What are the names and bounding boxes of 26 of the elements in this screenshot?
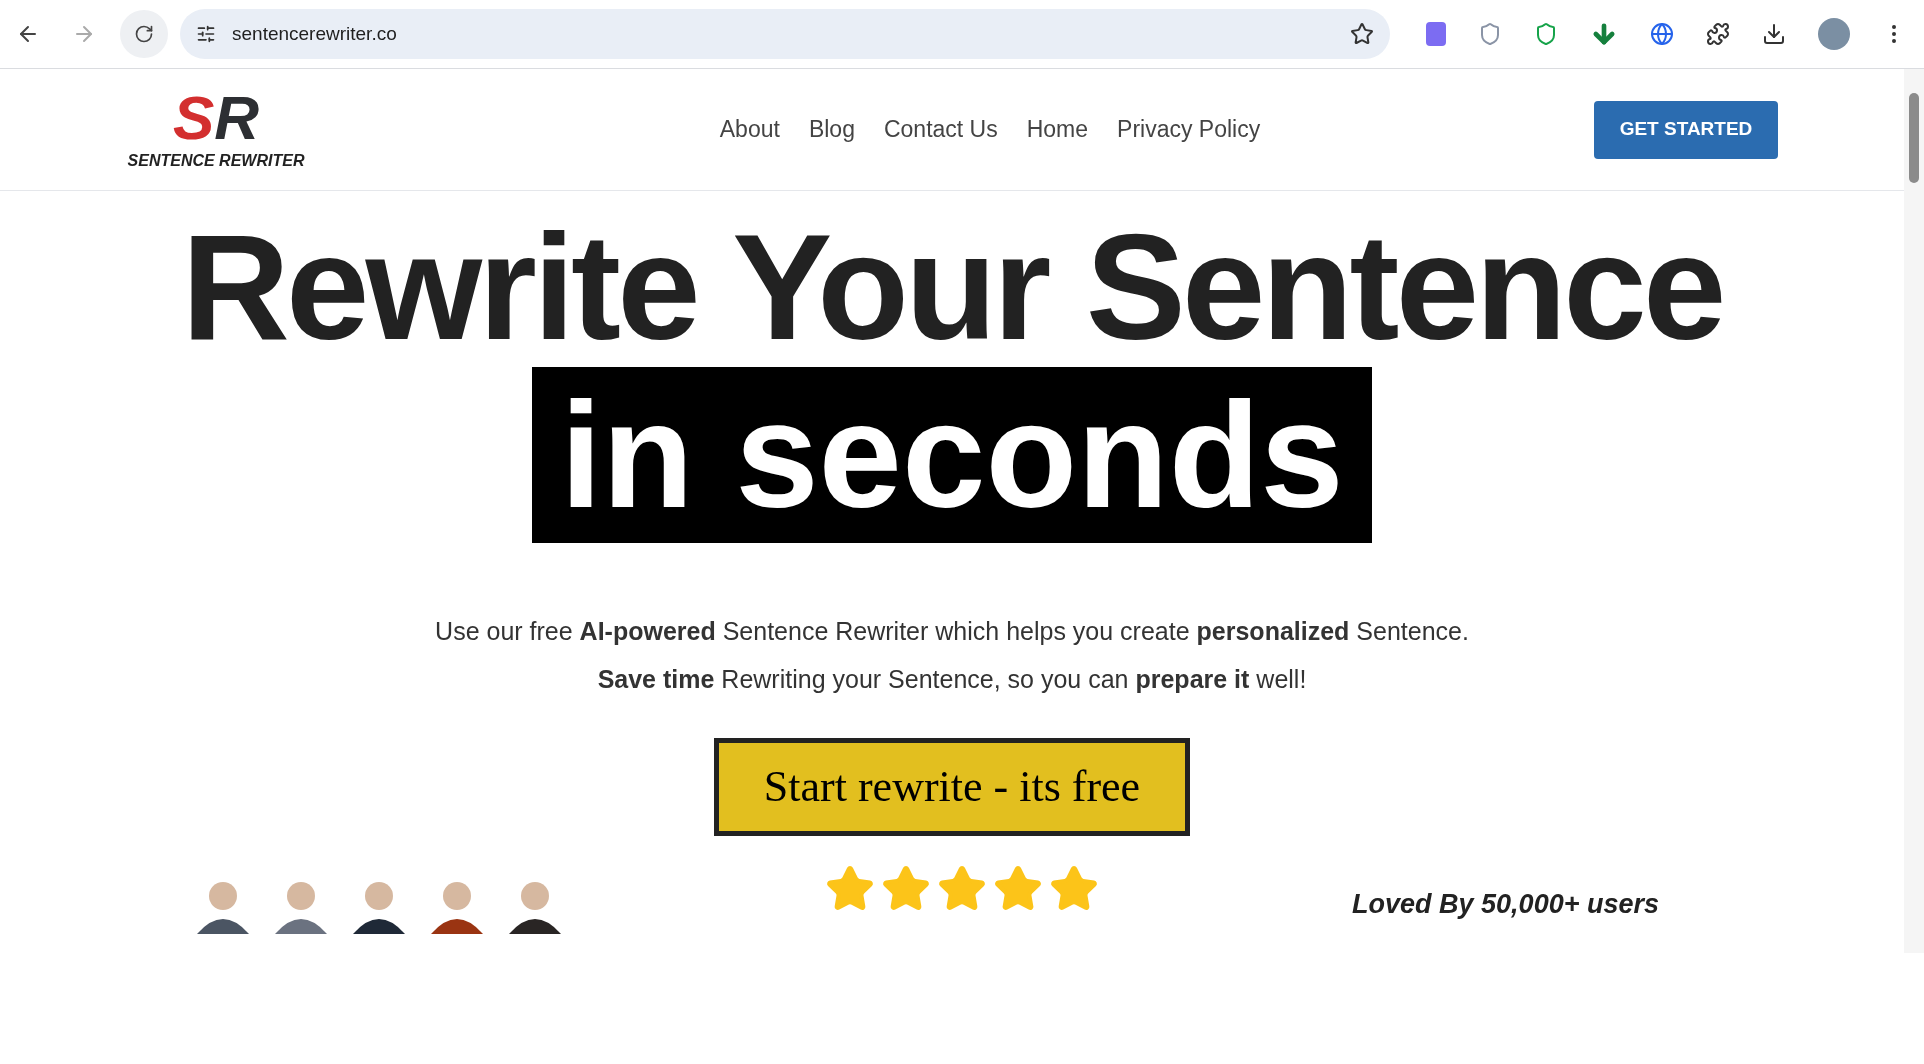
logo[interactable]: SR SENTENCE REWRITER [126,86,306,173]
extension-icon[interactable] [1426,22,1446,46]
url-text: sentencerewriter.co [232,21,398,46]
address-bar[interactable]: sentencerewriter.co [180,9,1390,59]
intro-text: Save time Rewriting your Sentence, so you can prepare it well! [597,663,1307,695]
reload-icon[interactable] [134,24,154,44]
start-rewrite-button[interactable]: Start rewrite - its free [714,738,1190,836]
download-icon[interactable] [1762,22,1786,46]
intro-text: Use our free AI-powered Sentence Rewriter which helps you create personalized Sentence. [435,616,1469,647]
shield-icon[interactable] [1478,22,1502,46]
site-settings-icon[interactable] [196,24,216,44]
profile-avatar[interactable] [1818,18,1850,50]
get-started-button[interactable]: GET STARTED [1594,100,1778,159]
nav-link[interactable]: Home [1026,112,1089,147]
globe-icon[interactable] [1650,22,1674,46]
loved-by-text: Loved By 50,000+ users [1352,888,1659,920]
nav-link[interactable]: Privacy Policy [1117,112,1261,147]
highlight-headline: in seconds [532,367,1372,543]
reload-button[interactable] [120,10,168,58]
shield-icon[interactable] [1534,22,1558,46]
extensions-icon[interactable] [1706,22,1730,46]
headline: Rewrite Your Sentence [181,207,1723,367]
bookmark-star-icon[interactable] [1350,22,1374,46]
nav-link[interactable]: About [719,112,780,147]
nav-link[interactable]: Contact Us [883,112,998,147]
nav-link[interactable]: Blog [808,112,855,147]
